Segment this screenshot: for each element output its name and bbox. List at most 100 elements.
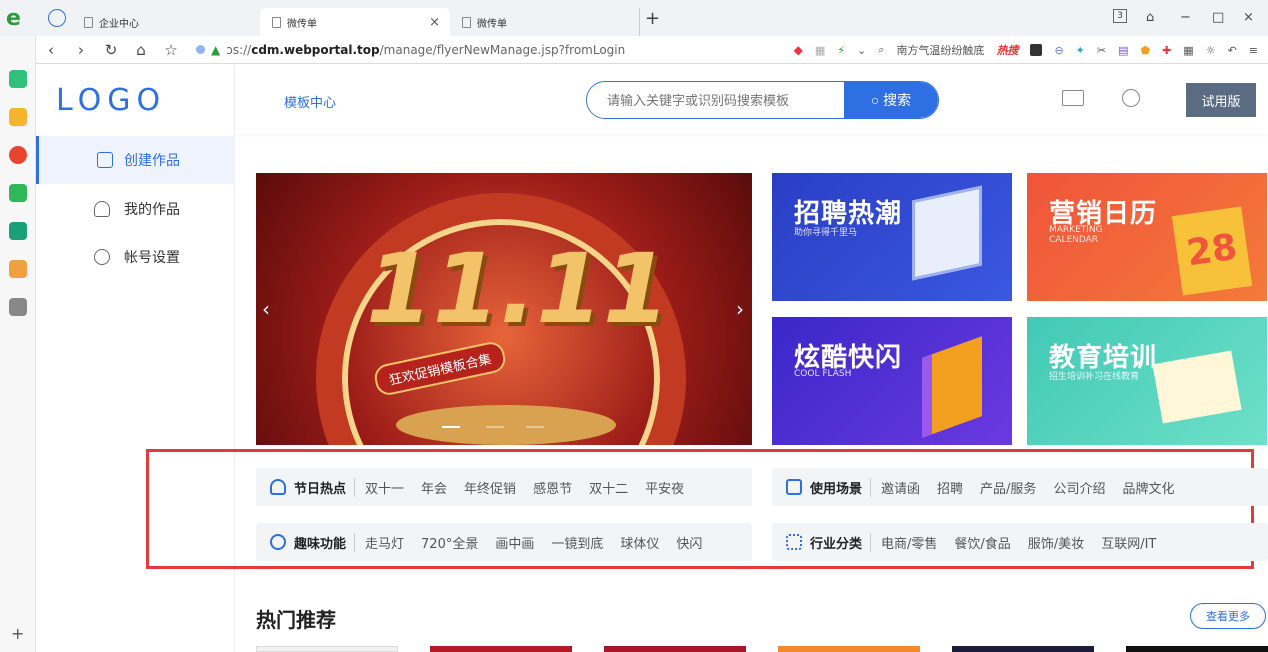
tag-item[interactable]: 产品/服务 — [980, 478, 1036, 497]
tag-item[interactable]: 快闪 — [676, 533, 702, 552]
tag-item[interactable]: 球体仪 — [620, 533, 659, 552]
compass-icon[interactable] — [48, 9, 66, 27]
menu-icon[interactable]: ≡ — [1249, 44, 1258, 57]
extension-icon[interactable]: ◆ — [794, 43, 803, 57]
back-icon[interactable]: ‹ — [36, 41, 66, 59]
template-thumbnail[interactable] — [778, 646, 920, 652]
tab-flyer-active[interactable]: 微传单 × — [260, 8, 450, 36]
brightness-icon[interactable]: ☼ — [1206, 44, 1216, 57]
banner-recruitment[interactable]: 招聘热潮 助你寻得千里马 — [772, 173, 1012, 301]
shield-ext-icon[interactable]: ⬟ — [1141, 44, 1151, 57]
close-tab-icon[interactable]: × — [429, 15, 440, 30]
rail-star-icon[interactable] — [9, 108, 27, 126]
bookmark-star-icon[interactable]: ☆ — [156, 41, 186, 59]
chevron-down-icon[interactable]: ⌄ — [857, 44, 866, 57]
rail-mail-icon[interactable] — [9, 184, 27, 202]
tag-item[interactable]: 双十一 — [365, 478, 404, 497]
search-hint[interactable]: 南方气温纷纷触底 — [896, 42, 984, 58]
translate-icon[interactable]: ▤ — [1118, 44, 1128, 57]
logo[interactable]: LOGO — [56, 83, 166, 118]
qr-icon[interactable]: ▦ — [815, 44, 825, 57]
tag-group-festival: 节日热点 双十一 年会 年终促销 感恩节 双十二 平安夜 — [256, 468, 752, 506]
minimize-icon[interactable]: − — [1180, 10, 1191, 25]
carousel-dot[interactable] — [526, 426, 544, 428]
carousel-prev-icon[interactable]: ‹ — [262, 297, 270, 321]
rail-game-icon[interactable] — [9, 260, 27, 278]
trial-version-button[interactable]: 试用版 — [1186, 83, 1256, 117]
url-field[interactable]: ▲ ɔs://cdm.webportal.top/manage/flyerNew… — [196, 43, 625, 57]
tab-flyer[interactable]: 微传单 — [450, 8, 640, 36]
tab-enterprise-center[interactable]: 企业中心 — [72, 8, 252, 36]
screenshot-icon[interactable] — [1030, 44, 1043, 56]
banner-marketing-calendar[interactable]: 营销日历 MARKETING CALENDAR 28 — [1027, 173, 1267, 301]
tag-item[interactable]: 邀请函 — [881, 478, 920, 497]
tag-item[interactable]: 品牌文化 — [1122, 478, 1174, 497]
tag-item[interactable]: 电商/零售 — [881, 533, 937, 552]
grid-icon — [786, 534, 802, 550]
undo-icon[interactable]: ↶ — [1228, 44, 1237, 57]
template-thumbnail[interactable] — [430, 646, 572, 652]
tag-item[interactable]: 走马灯 — [365, 533, 404, 552]
tag-category[interactable]: 节日热点 — [294, 477, 356, 497]
new-tab-icon[interactable]: + — [645, 8, 660, 29]
template-thumbnail[interactable] — [1126, 646, 1268, 652]
tag-category[interactable]: 使用场景 — [810, 477, 872, 497]
lightning-icon[interactable]: ⚡ — [837, 44, 845, 57]
rail-cloud-icon[interactable] — [9, 222, 27, 240]
maximize-icon[interactable]: □ — [1212, 10, 1224, 25]
tag-item[interactable]: 一镜到底 — [551, 533, 603, 552]
tag-item[interactable]: 公司介绍 — [1053, 478, 1105, 497]
tag-category[interactable]: 行业分类 — [810, 532, 872, 552]
hero-carousel[interactable]: 11.11 狂欢促销模板合集 ‹ › — [256, 173, 752, 445]
podium — [396, 405, 616, 445]
search-icon: ⌕ — [878, 43, 885, 56]
home-icon[interactable]: ⌂ — [126, 41, 156, 59]
tag-item[interactable]: 画中画 — [495, 533, 534, 552]
gamepad-icon[interactable]: ✚ — [1162, 44, 1171, 57]
tag-item[interactable]: 平安夜 — [645, 478, 684, 497]
template-thumbnail[interactable] — [952, 646, 1094, 652]
tag-item[interactable]: 服饰/美妆 — [1028, 533, 1084, 552]
template-thumbnail[interactable] — [256, 646, 398, 652]
carousel-dot[interactable] — [486, 426, 504, 428]
scissors-icon[interactable]: ✂ — [1097, 44, 1106, 57]
sidebar-item-create[interactable]: 创建作品 — [36, 136, 235, 184]
carousel-next-icon[interactable]: › — [736, 297, 744, 321]
headset-icon[interactable] — [1122, 89, 1140, 107]
search-button[interactable]: ○ 搜索 — [844, 82, 938, 118]
monitor-icon[interactable] — [1062, 90, 1084, 106]
close-window-icon[interactable]: × — [1243, 10, 1254, 25]
rail-plus-icon[interactable] — [9, 70, 27, 88]
flash-illustration — [922, 336, 982, 438]
tag-item[interactable]: 年会 — [421, 478, 447, 497]
nav-template-center[interactable]: 模板中心 — [284, 92, 336, 111]
carousel-dot-active[interactable] — [442, 426, 460, 428]
tag-item[interactable]: 720°全景 — [421, 533, 478, 552]
rail-panda-icon[interactable] — [9, 298, 27, 316]
tag-item[interactable]: 双十二 — [589, 478, 628, 497]
skin-icon[interactable]: ⌂ — [1146, 10, 1154, 25]
sidebar-item-settings[interactable]: 帐号设置 — [36, 233, 235, 281]
tag-item[interactable]: 招聘 — [937, 478, 963, 497]
tab-count-badge[interactable]: 3 — [1113, 9, 1127, 23]
tag-group-fun: 趣味功能 走马灯 720°全景 画中画 一镜到底 球体仪 快闪 — [256, 523, 752, 561]
refresh-icon[interactable]: ↻ — [96, 41, 126, 59]
tag-item[interactable]: 餐饮/食品 — [954, 533, 1010, 552]
forward-icon[interactable]: › — [66, 41, 96, 59]
apps-grid-icon[interactable]: ▦ — [1183, 44, 1193, 57]
tag-item[interactable]: 感恩节 — [533, 478, 572, 497]
template-thumbnail[interactable] — [604, 646, 746, 652]
banner-cool-flash[interactable]: 炫酷快闪 COOL FLASH — [772, 317, 1012, 445]
rail-add-icon[interactable]: + — [11, 624, 24, 643]
tag-item[interactable]: 年终促销 — [464, 478, 516, 497]
view-more-button[interactable]: 查看更多 — [1190, 603, 1266, 629]
collapse-icon[interactable]: ⊖ — [1054, 44, 1063, 57]
search-input[interactable] — [587, 82, 844, 118]
game-icon[interactable]: ✦ — [1076, 44, 1085, 57]
banner-education[interactable]: 教育培训 招生培训补习在线教育 — [1027, 317, 1267, 445]
hot-search-label[interactable]: 热搜 — [996, 42, 1018, 58]
rail-weibo-icon[interactable] — [9, 146, 27, 164]
tag-item[interactable]: 互联网/IT — [1101, 533, 1156, 552]
sidebar-item-my-works[interactable]: 我的作品 — [36, 185, 235, 233]
tag-category[interactable]: 趣味功能 — [294, 532, 356, 552]
